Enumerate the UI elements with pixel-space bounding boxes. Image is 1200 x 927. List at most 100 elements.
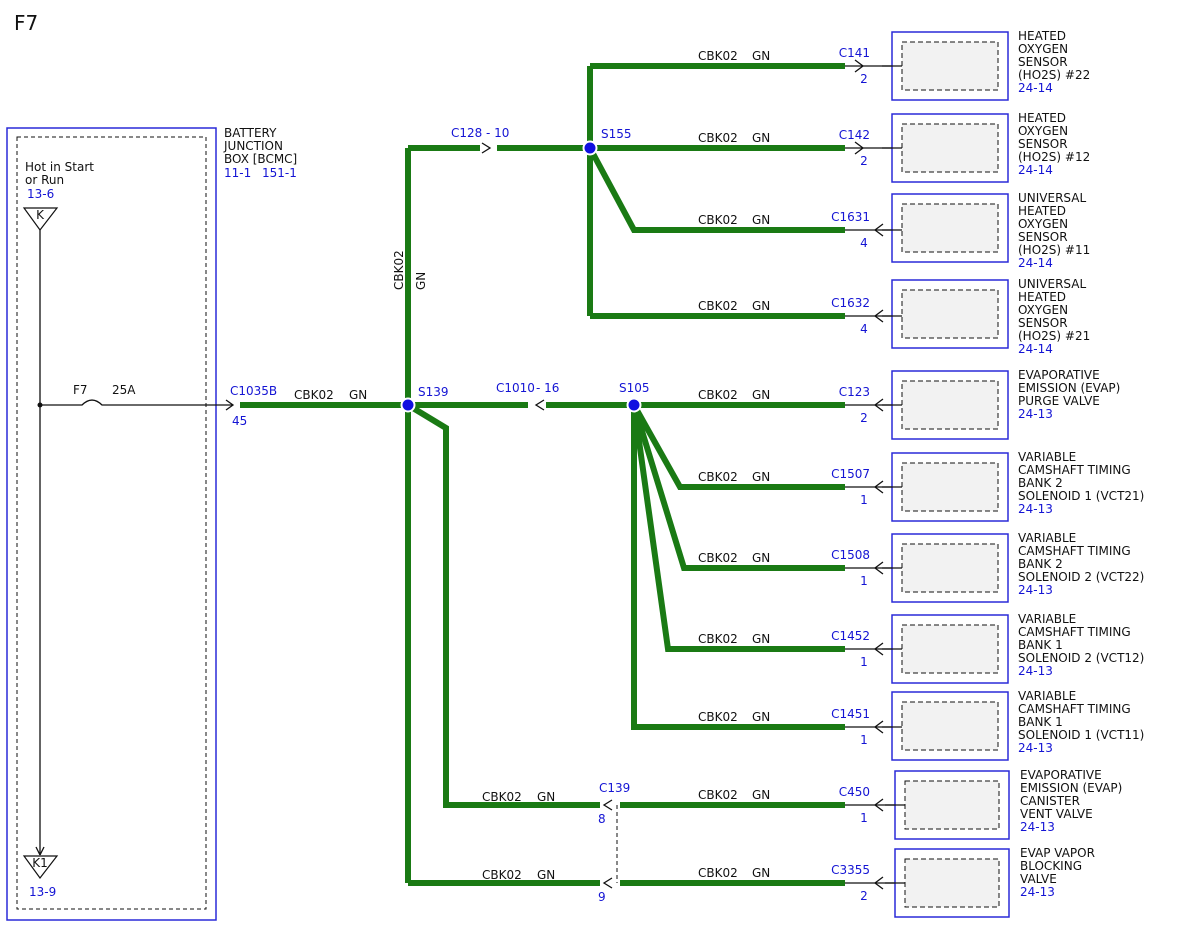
component-name-line: HEATED [1018, 29, 1066, 43]
component-inner-box [901, 624, 999, 674]
component-name-line: (HO2S) #22 [1018, 68, 1090, 82]
connector-label[interactable]: C123 [839, 385, 870, 399]
component-name-line: SOLENOID 1 (VCT11) [1018, 728, 1144, 742]
component-inner-box [901, 462, 999, 512]
wire-circuit-c139b: CBK02 [482, 868, 522, 882]
c1010-pin: - 16 [536, 381, 559, 395]
c1035b-label[interactable]: C1035B [230, 384, 277, 398]
connector-label[interactable]: C1452 [831, 629, 870, 643]
component-name-line: SENSOR [1018, 137, 1068, 151]
connector-label[interactable]: C1508 [831, 548, 870, 562]
c139-pin-b: 9 [598, 890, 606, 904]
component-inner-box [901, 289, 999, 339]
component-inner-box [901, 41, 999, 91]
component-name-line: SENSOR [1018, 55, 1068, 69]
component-ref[interactable]: 24-13 [1020, 820, 1055, 834]
wire-color-label: GN [752, 388, 770, 402]
component-name-line: EVAPORATIVE [1018, 368, 1100, 382]
wire-color-label: GN [752, 213, 770, 227]
component-name-line: OXYGEN [1018, 217, 1068, 231]
connector-label[interactable]: C142 [839, 128, 870, 142]
component-name-line: VENT VALVE [1020, 807, 1093, 821]
component-inner-box [904, 858, 1000, 908]
bjb-name-line-2: JUNCTION [223, 139, 283, 153]
power-ref[interactable]: 13-6 [27, 187, 54, 201]
component-ref[interactable]: 24-14 [1018, 81, 1053, 95]
component-ref[interactable]: 24-13 [1018, 583, 1053, 597]
c139-label[interactable]: C139 [599, 781, 630, 795]
connector-pin: 1 [860, 493, 868, 507]
fuse-rating: 25A [112, 383, 136, 397]
component-ref[interactable]: 24-13 [1018, 502, 1053, 516]
component-name-line: CAMSHAFT TIMING [1018, 625, 1131, 639]
component-ref[interactable]: 24-14 [1018, 163, 1053, 177]
wire-circuit-vertical: CBK02 [392, 250, 406, 290]
connector-label[interactable]: C1507 [831, 467, 870, 481]
connector-label[interactable]: C141 [839, 46, 870, 60]
splice-s155[interactable] [582, 140, 598, 156]
connector-label[interactable]: C1451 [831, 707, 870, 721]
connector-label[interactable]: C1632 [831, 296, 870, 310]
component-ref[interactable]: 24-14 [1018, 342, 1053, 356]
component-name-line: BLOCKING [1020, 859, 1082, 873]
fuse-name: F7 [73, 383, 88, 397]
wire-color-label: GN [752, 788, 770, 802]
connector-pin: 1 [860, 655, 868, 669]
bjb-ref-2[interactable]: 151-1 [262, 166, 297, 180]
component-name-line: SOLENOID 2 (VCT12) [1018, 651, 1144, 665]
connector-label[interactable]: C1631 [831, 210, 870, 224]
wire-circuit-label: CBK02 [698, 710, 738, 724]
component-inner-box [901, 380, 999, 430]
wire-color-label: GN [752, 470, 770, 484]
component-name-line: BANK 1 [1018, 638, 1063, 652]
component-ref[interactable]: 24-14 [1018, 256, 1053, 270]
component-ref[interactable]: 24-13 [1018, 664, 1053, 678]
component-ref[interactable]: 24-13 [1018, 741, 1053, 755]
wire-color-main: GN [349, 388, 367, 402]
component-name-line: VARIABLE [1018, 531, 1076, 545]
connector-label[interactable]: C450 [839, 785, 870, 799]
component-name-line: VALVE [1020, 872, 1057, 886]
component-name-line: OXYGEN [1018, 42, 1068, 56]
wire-color-label: GN [752, 551, 770, 565]
wire-color-label: GN [752, 632, 770, 646]
battery-junction-box[interactable] [6, 127, 217, 921]
splice-s139[interactable] [400, 397, 416, 413]
component-ref[interactable]: 24-13 [1020, 885, 1055, 899]
c1010-label[interactable]: C1010 [496, 381, 535, 395]
wire-circuit-label: CBK02 [698, 866, 738, 880]
connector-pin: 2 [860, 411, 868, 425]
wire-circuit-c139a: CBK02 [482, 790, 522, 804]
component-name-line: VARIABLE [1018, 612, 1076, 626]
component-ref[interactable]: 24-13 [1018, 407, 1053, 421]
wire-color-label: GN [752, 866, 770, 880]
connector-label[interactable]: C3355 [831, 863, 870, 877]
bjb-name-line-3: BOX [BCMC] [224, 152, 297, 166]
component-name-line: UNIVERSAL [1018, 191, 1086, 205]
component-name-line: EMISSION (EVAP) [1020, 781, 1122, 795]
s139-label: S139 [418, 385, 449, 399]
c1035b-pin: 45 [232, 414, 247, 428]
wire-color-c139b: GN [537, 868, 555, 882]
wire-color-label: GN [752, 710, 770, 724]
c128-label[interactable]: C128 [451, 126, 482, 140]
bjb-ref-1[interactable]: 11-1 [224, 166, 251, 180]
bottom-ref[interactable]: 13-9 [29, 885, 56, 899]
c1010-arrow [534, 399, 545, 411]
splice-s105[interactable] [626, 397, 642, 413]
s105-label: S105 [619, 381, 650, 395]
component-name-line: EVAP VAPOR [1020, 846, 1095, 860]
component-name-line: BANK 1 [1018, 715, 1063, 729]
bottom-pin-label: K1 [32, 856, 48, 870]
wire-circuit-label: CBK02 [698, 131, 738, 145]
component-rows: CBK02 GN C1412HEATEDOXYGENSENSOR(HO2S) #22… [698, 29, 1144, 918]
wire-color-vertical: GN [414, 272, 428, 290]
connector-pin: 2 [860, 889, 868, 903]
c139-arrow-a [602, 799, 613, 811]
component-name-line: SOLENOID 2 (VCT22) [1018, 570, 1144, 584]
component-name-line: (HO2S) #12 [1018, 150, 1090, 164]
component-inner-box [901, 543, 999, 593]
wire-color-label: GN [752, 131, 770, 145]
component-inner-box [901, 123, 999, 173]
connector-pin: 1 [860, 811, 868, 825]
